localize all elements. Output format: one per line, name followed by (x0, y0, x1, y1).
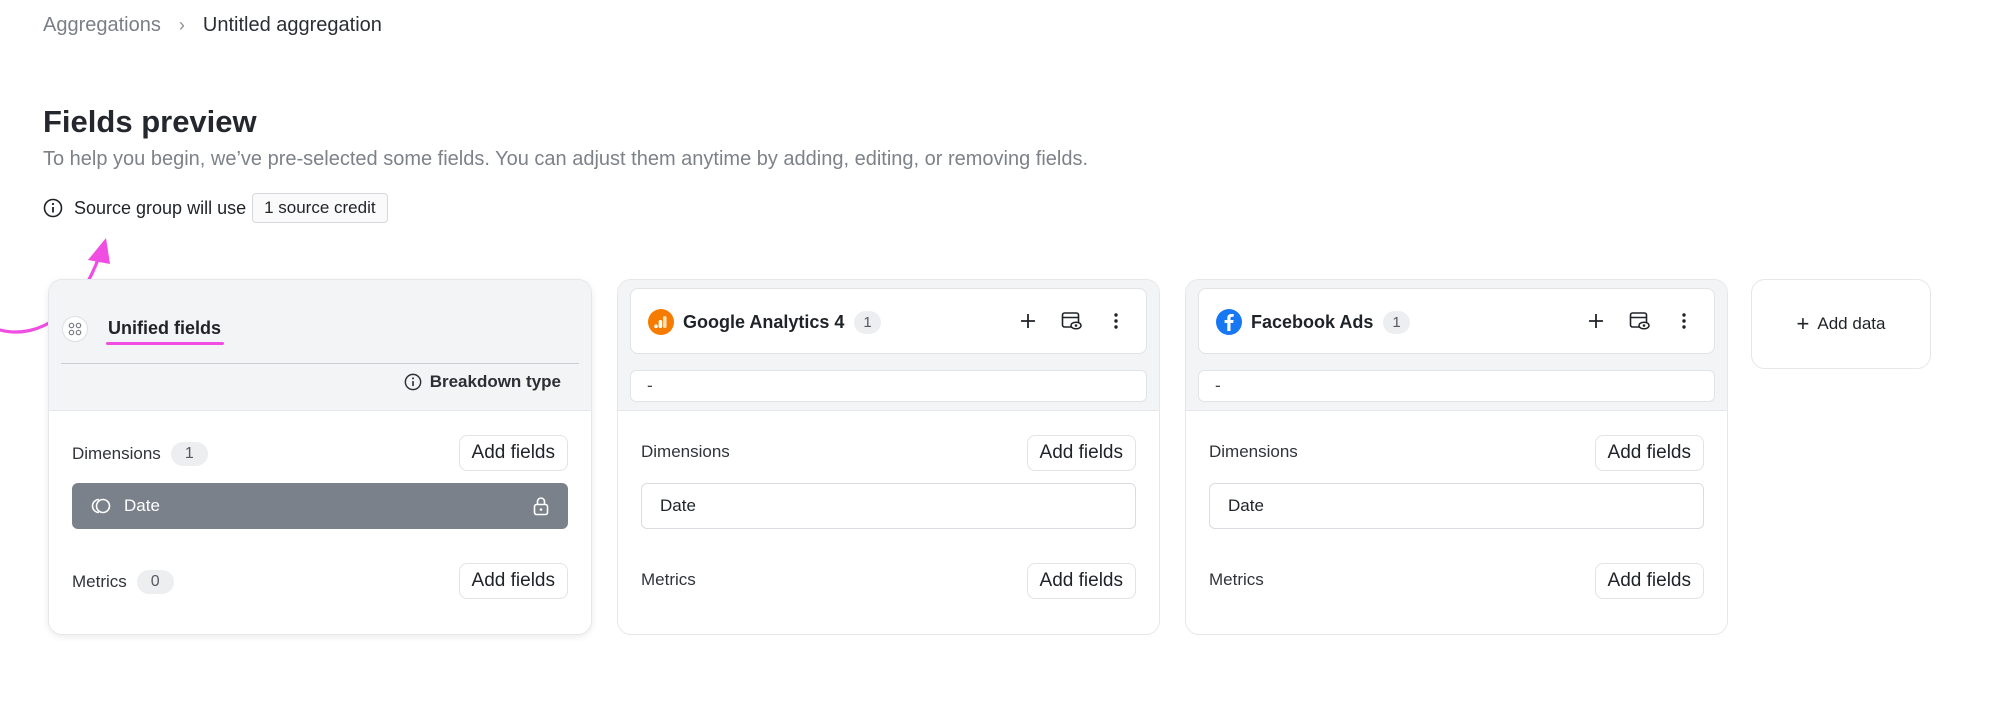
plus-icon: + (1796, 311, 1810, 336)
dimension-row-date[interactable]: Date (72, 483, 568, 529)
chevron-right-icon: › (178, 15, 185, 35)
more-vertical-icon[interactable] (1104, 309, 1128, 333)
dimensions-count: 1 (170, 442, 208, 466)
source-name: Facebook Ads 1 (1251, 311, 1410, 335)
metrics-count: 0 (136, 570, 174, 594)
source-header: Facebook Ads 1 (1198, 288, 1715, 354)
add-metrics-button[interactable]: Add fields (1594, 563, 1704, 599)
page-title: Fields preview (43, 104, 257, 139)
dimensions-label: Dimensions (1209, 442, 1298, 461)
more-vertical-icon[interactable] (1672, 309, 1696, 333)
google-analytics-icon (648, 309, 674, 335)
lock-icon (532, 496, 550, 516)
metrics-label: Metrics (72, 572, 127, 591)
add-metrics-button[interactable]: Add fields (458, 563, 568, 599)
unified-fields-title: Unified fields (108, 318, 222, 338)
metrics-section-label: Metrics (1209, 570, 1264, 590)
metrics-label: Metrics (1209, 570, 1264, 589)
add-dimensions-button[interactable]: Add fields (1026, 435, 1136, 471)
add-dimensions-button[interactable]: Add fields (1594, 435, 1704, 471)
metrics-section-label: Metrics 0 (72, 570, 174, 594)
divider (61, 363, 579, 364)
source-credit-notice: Source group will use 1 source credit (43, 193, 388, 223)
source-actions (1016, 309, 1128, 333)
plus-icon[interactable] (1016, 309, 1040, 333)
source-card-google-analytics: Google Analytics 4 1 - Dimensions Add fie… (617, 279, 1160, 635)
add-data-button[interactable]: + Add data (1751, 279, 1931, 369)
source-name: Google Analytics 4 1 (683, 311, 881, 335)
dimensions-section-label: Dimensions (1209, 442, 1298, 462)
facebook-icon (1216, 309, 1242, 335)
plus-icon[interactable] (1584, 309, 1608, 333)
add-dimensions-button[interactable]: Add fields (458, 435, 568, 471)
add-data-label: Add data (1817, 314, 1886, 333)
dimensions-section-label: Dimensions 1 (72, 442, 208, 466)
dimensions-label: Dimensions (72, 444, 161, 463)
source-count: 1 (1383, 311, 1410, 334)
breadcrumb-current: Untitled aggregation (202, 14, 382, 36)
info-icon (404, 373, 422, 391)
breakdown-type-label: Breakdown type (429, 372, 561, 391)
info-icon (43, 198, 63, 218)
dimension-row-date[interactable]: Date (641, 483, 1136, 529)
source-card-header: Google Analytics 4 1 - (618, 280, 1159, 411)
date-dimension-icon (90, 497, 112, 515)
breadcrumb-link-aggregations[interactable]: Aggregations (43, 14, 161, 37)
source-credit-text: Source group will use (74, 197, 247, 218)
breadcrumb: Aggregations › Untitled aggregation (43, 14, 382, 37)
metrics-label: Metrics (641, 570, 696, 589)
unified-fields-card: Unified fields Breakdown type Dimensions… (48, 279, 592, 635)
source-card-header: Facebook Ads 1 - (1186, 280, 1727, 411)
source-name-text: Facebook Ads (1251, 312, 1374, 332)
source-selector-field[interactable]: - (1198, 370, 1715, 402)
source-credit-badge: 1 source credit (252, 193, 388, 223)
metrics-section-label: Metrics (641, 570, 696, 590)
grid-icon (62, 316, 88, 342)
dimension-row-label: Date (124, 496, 160, 515)
source-actions (1584, 309, 1696, 333)
source-selector-field[interactable]: - (630, 370, 1147, 402)
unified-card-header: Unified fields Breakdown type (49, 280, 591, 411)
annotation-underline (106, 342, 224, 345)
dimensions-label: Dimensions (641, 442, 730, 461)
dimension-row-date[interactable]: Date (1209, 483, 1704, 529)
source-name-text: Google Analytics 4 (683, 312, 845, 332)
preview-table-icon[interactable] (1628, 309, 1652, 333)
source-header: Google Analytics 4 1 (630, 288, 1147, 354)
add-metrics-button[interactable]: Add fields (1026, 563, 1136, 599)
source-card-facebook-ads: Facebook Ads 1 - Dimensions Add fields Da… (1185, 279, 1728, 635)
dimensions-section-label: Dimensions (641, 442, 730, 462)
breakdown-type[interactable]: Breakdown type (404, 372, 561, 392)
source-count: 1 (854, 311, 881, 334)
preview-table-icon[interactable] (1060, 309, 1084, 333)
page-subtitle: To help you begin, we’ve pre-selected so… (43, 148, 1089, 170)
